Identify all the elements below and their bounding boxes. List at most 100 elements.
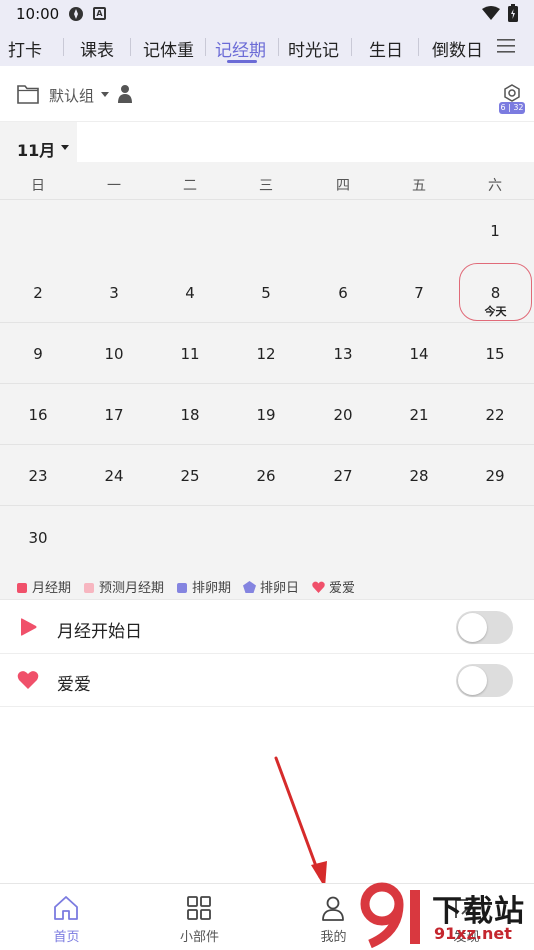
weekday-label: 日 bbox=[31, 178, 45, 194]
nav-widgets[interactable]: 小部件 bbox=[133, 884, 266, 950]
setting-intimacy: 爱爱 bbox=[0, 654, 534, 707]
tab-weight[interactable]: 记体重 bbox=[143, 36, 194, 61]
calendar-grid: 1 2 3 4 5 6 7 9 10 11 12 13 14 15 16 17 … bbox=[0, 200, 534, 566]
nav-label: 首页 bbox=[53, 930, 80, 945]
setting-label: 月经开始日 bbox=[57, 622, 142, 642]
setting-period-start: 月经开始日 bbox=[0, 601, 534, 654]
watermark-logo-icon bbox=[360, 882, 420, 948]
tab-separator bbox=[351, 38, 352, 56]
calendar-day[interactable]: 18 bbox=[152, 406, 228, 424]
legend-ovulation-day: 排卵日 bbox=[243, 577, 299, 596]
camera-icon bbox=[504, 84, 520, 102]
calendar-day[interactable]: 10 bbox=[76, 345, 152, 363]
status-time: 10:00 bbox=[16, 5, 60, 23]
calendar-day[interactable]: 30 bbox=[0, 529, 76, 547]
site-watermark: 下载站 91xz.net bbox=[360, 880, 534, 950]
nav-home[interactable]: 首页 bbox=[0, 884, 133, 950]
wifi-icon bbox=[482, 6, 500, 20]
tab-separator bbox=[418, 38, 419, 56]
calendar-day[interactable]: 17 bbox=[76, 406, 152, 424]
watermark-url: 91xz.net bbox=[434, 924, 512, 943]
calendar-day[interactable]: 26 bbox=[228, 467, 304, 485]
month-row: 11月 bbox=[0, 122, 534, 162]
intimacy-toggle[interactable] bbox=[456, 664, 513, 697]
tab-time-journal[interactable]: 时光记 bbox=[288, 36, 339, 61]
calendar-day[interactable]: 11 bbox=[152, 345, 228, 363]
weekday-label: 二 bbox=[183, 178, 197, 194]
app-notification-icon: A bbox=[93, 7, 106, 20]
calendar-day[interactable]: 16 bbox=[0, 406, 76, 424]
month-picker[interactable]: 11月 bbox=[0, 122, 77, 162]
home-icon bbox=[54, 896, 78, 920]
week-divider bbox=[0, 505, 534, 506]
calendar-day[interactable]: 15 bbox=[457, 345, 533, 363]
calendar-day[interactable]: 25 bbox=[152, 467, 228, 485]
tab-timetable[interactable]: 课表 bbox=[80, 36, 114, 61]
calendar-day[interactable]: 2 bbox=[0, 284, 76, 302]
today-day-number: 8 bbox=[490, 284, 501, 302]
tab-separator bbox=[130, 38, 131, 56]
person-icon[interactable] bbox=[117, 84, 133, 104]
calendar-day[interactable]: 13 bbox=[305, 345, 381, 363]
toggle-knob bbox=[458, 613, 487, 642]
heart-icon bbox=[312, 581, 325, 593]
calendar-day[interactable]: 23 bbox=[0, 467, 76, 485]
tab-period[interactable]: 记经期 bbox=[215, 36, 266, 61]
nav-label: 小部件 bbox=[179, 930, 219, 945]
menu-icon[interactable] bbox=[497, 38, 515, 54]
month-header-blank bbox=[77, 122, 534, 162]
calendar-day[interactable]: 9 bbox=[0, 345, 76, 363]
calendar-day[interactable]: 3 bbox=[76, 284, 152, 302]
calendar-day[interactable]: 19 bbox=[228, 406, 304, 424]
calendar-day[interactable]: 5 bbox=[228, 284, 304, 302]
calendar-day[interactable]: 21 bbox=[381, 406, 457, 424]
calendar-day[interactable]: 29 bbox=[457, 467, 533, 485]
today-label: 今天 bbox=[484, 305, 507, 318]
legend-ovulation-period: 排卵期 bbox=[177, 577, 231, 596]
week-divider bbox=[0, 383, 534, 384]
camera-button[interactable]: 6 | 32 bbox=[499, 84, 525, 116]
count-badge: 6 | 32 bbox=[499, 102, 525, 114]
weekday-label: 四 bbox=[336, 178, 350, 194]
period-start-toggle[interactable] bbox=[456, 611, 513, 644]
heart-icon bbox=[17, 671, 39, 689]
category-tabs: 打卡 课表 记体重 记经期 时光记 生日 倒数日 bbox=[0, 28, 534, 66]
tab-checkin[interactable]: 打卡 bbox=[8, 36, 42, 61]
profile-icon bbox=[322, 896, 344, 921]
folder-icon[interactable] bbox=[17, 84, 39, 104]
calendar-legend: 月经期 预测月经期 排卵期 排卵日 爱爱 bbox=[0, 566, 534, 600]
legend-intimacy: 爱爱 bbox=[312, 577, 355, 596]
pentagon-icon bbox=[243, 581, 256, 593]
legend-swatch bbox=[17, 583, 27, 593]
calendar-day[interactable]: 12 bbox=[228, 345, 304, 363]
group-selector-row: 默认组 6 | 32 bbox=[0, 66, 534, 122]
sync-status-icon bbox=[69, 7, 83, 21]
legend-period: 月经期 bbox=[17, 577, 71, 596]
calendar-day[interactable]: 14 bbox=[381, 345, 457, 363]
tab-separator bbox=[205, 38, 206, 56]
calendar-day[interactable]: 4 bbox=[152, 284, 228, 302]
calendar-day[interactable]: 27 bbox=[305, 467, 381, 485]
calendar-day[interactable]: 7 bbox=[381, 284, 457, 302]
active-tab-indicator bbox=[227, 60, 257, 63]
tab-countdown[interactable]: 倒数日 bbox=[432, 36, 483, 61]
weekday-label: 五 bbox=[412, 178, 426, 194]
play-flag-icon bbox=[21, 618, 37, 636]
tab-separator bbox=[63, 38, 64, 56]
calendar-day[interactable]: 28 bbox=[381, 467, 457, 485]
group-name[interactable]: 默认组 bbox=[49, 85, 94, 106]
month-label: 11月 bbox=[17, 141, 56, 160]
calendar-day[interactable]: 22 bbox=[457, 406, 533, 424]
calendar-day[interactable]: 20 bbox=[305, 406, 381, 424]
top-bar: 10:00 A 打卡 课表 记体重 记经期 时光记 生日 倒数日 bbox=[0, 0, 534, 66]
legend-swatch bbox=[177, 583, 187, 593]
calendar-day[interactable]: 6 bbox=[305, 284, 381, 302]
week-divider bbox=[0, 322, 534, 323]
caret-down-icon[interactable] bbox=[101, 92, 109, 97]
widgets-grid-icon bbox=[187, 896, 211, 920]
calendar-day[interactable]: 1 bbox=[457, 222, 533, 240]
weekday-header: 日 一 二 三 四 五 六 bbox=[0, 162, 534, 200]
tab-birthday[interactable]: 生日 bbox=[369, 36, 403, 61]
calendar-day[interactable]: 24 bbox=[76, 467, 152, 485]
legend-swatch bbox=[84, 583, 94, 593]
